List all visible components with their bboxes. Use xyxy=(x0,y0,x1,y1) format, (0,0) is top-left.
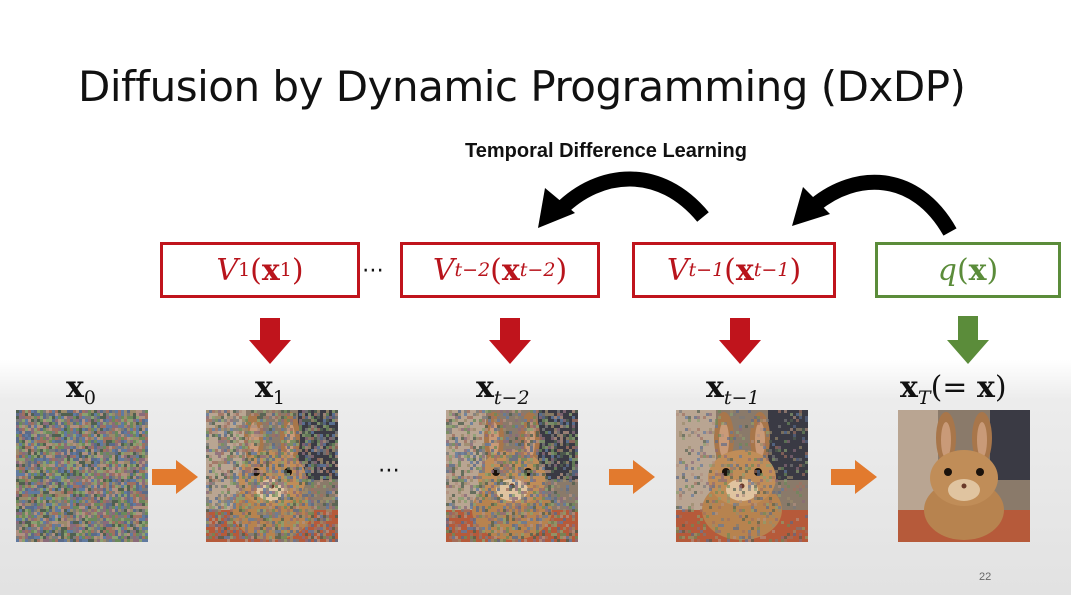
transition-arrow-2 xyxy=(609,460,655,494)
td-backup-arrow-right xyxy=(810,174,957,236)
thumbnail-drawing xyxy=(898,410,1030,542)
state-label-xt-minus-2: xt−2 xyxy=(476,370,530,409)
image-x0-pure-noise xyxy=(16,410,148,542)
value-fn-symbol: V xyxy=(216,252,239,288)
thumbnail-drawing xyxy=(16,410,148,542)
state-label-xt-minus-1: xt−1 xyxy=(706,370,760,409)
thumbnail-drawing xyxy=(676,410,808,542)
state-symbol: x xyxy=(66,370,84,405)
value-fn-subscript: t−1 xyxy=(688,259,725,281)
down-arrow-vt1 xyxy=(719,318,761,364)
td-backup-arrow-left xyxy=(554,171,709,222)
state-suffix-close: ) xyxy=(994,370,1007,405)
value-arg-subscript: 1 xyxy=(279,259,292,281)
image-xt-minus-2-noisy-rabbit xyxy=(446,410,578,542)
value-arg-symbol: x xyxy=(735,252,754,288)
value-arg-symbol: x xyxy=(261,252,280,288)
slide: Diffusion by Dynamic Programming (DxDP) … xyxy=(0,0,1071,595)
value-box-t-minus-1: Vt−1(x t−1) xyxy=(632,242,836,298)
state-subscript: t−2 xyxy=(493,387,530,409)
target-box-q: q(x) xyxy=(875,242,1061,298)
value-fn-subscript: t−2 xyxy=(454,259,491,281)
target-fn-symbol: q xyxy=(937,252,957,288)
value-fn-symbol: V xyxy=(432,252,455,288)
value-arg-subscript: t−1 xyxy=(753,259,790,281)
value-arg-symbol: x xyxy=(501,252,520,288)
state-subscript: 0 xyxy=(83,387,96,409)
thumbnail-drawing xyxy=(446,410,578,542)
state-symbol: x xyxy=(255,370,273,405)
state-label-xT: xT(= x) xyxy=(900,370,1007,409)
slide-number: 22 xyxy=(979,571,992,583)
image-xt-minus-1-light-noise-rabbit xyxy=(676,410,808,542)
state-subscript: T xyxy=(917,387,931,409)
value-box-t-minus-2: Vt−2(x t−2) xyxy=(400,242,600,298)
image-xT-clean-rabbit xyxy=(898,410,1030,542)
transition-arrow-3 xyxy=(831,460,877,494)
down-arrow-q xyxy=(947,316,989,364)
down-arrow-vt2 xyxy=(489,318,531,364)
target-arg-symbol: x xyxy=(968,252,987,288)
value-fn-subscript: 1 xyxy=(238,259,251,281)
value-ellipsis: ⋯ xyxy=(362,258,384,283)
state-symbol: x xyxy=(900,370,918,405)
value-arg-subscript: t−2 xyxy=(519,259,556,281)
value-box-1: V 1(x 1) xyxy=(160,242,360,298)
state-symbol: x xyxy=(476,370,494,405)
down-arrow-v1 xyxy=(249,318,291,364)
state-subscript: t−1 xyxy=(723,387,760,409)
transition-arrow-1 xyxy=(152,460,198,494)
state-suffix-open: (= xyxy=(930,370,977,405)
value-fn-symbol: V xyxy=(666,252,689,288)
state-label-x1: x1 xyxy=(255,370,285,409)
thumbnail-drawing xyxy=(206,410,338,542)
sequence-ellipsis: ⋯ xyxy=(378,458,400,483)
image-x1-noisy-rabbit xyxy=(206,410,338,542)
state-suffix-symbol: x xyxy=(976,370,995,405)
state-subscript: 1 xyxy=(272,387,285,409)
state-label-x0: x0 xyxy=(66,370,96,409)
state-symbol: x xyxy=(706,370,724,405)
